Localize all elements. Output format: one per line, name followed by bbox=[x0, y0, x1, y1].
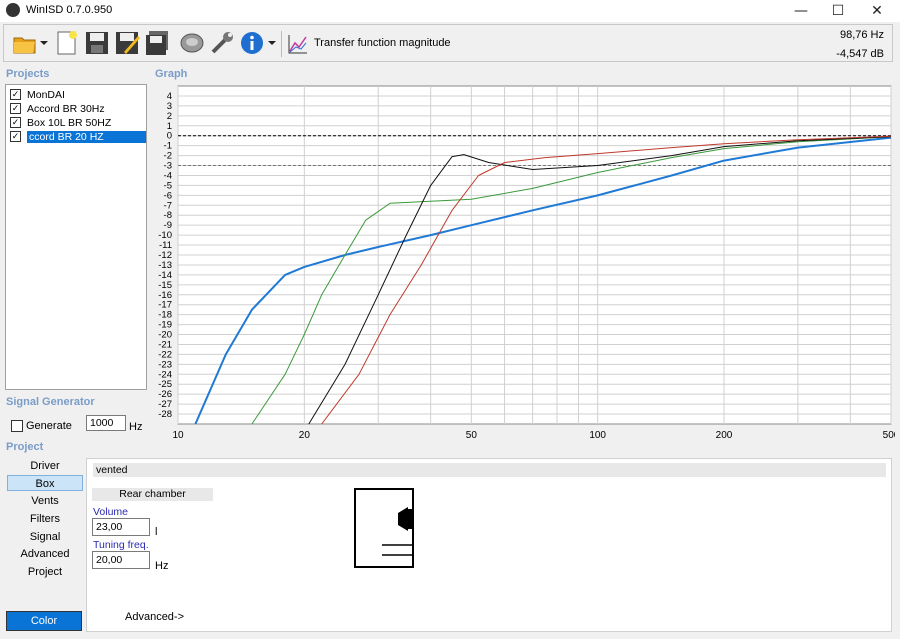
nav-filters[interactable]: Filters bbox=[7, 511, 83, 527]
title-bar bbox=[0, 0, 900, 22]
project-checkbox[interactable]: ✓ bbox=[10, 103, 21, 114]
window-title: WinISD 0.7.0.950 bbox=[26, 4, 113, 16]
save-edit-icon[interactable] bbox=[114, 30, 140, 56]
x-tick-label: 10 bbox=[172, 430, 184, 441]
nav-vents[interactable]: Vents bbox=[7, 493, 83, 509]
project-label: Box 10L BR 50HZ bbox=[27, 117, 112, 129]
advanced-link[interactable]: Advanced-> bbox=[125, 611, 184, 623]
project-header: Project bbox=[6, 441, 44, 453]
project-label: Accord BR 30Hz bbox=[27, 103, 105, 115]
db-readout: -4,547 dB bbox=[836, 48, 884, 60]
response-graph[interactable]: 43210-1-2-3-4-5-6-7-8-9-10-11-12-13-14-1… bbox=[150, 84, 895, 444]
signal-generator-header: Signal Generator bbox=[6, 396, 95, 408]
info-dropdown-icon[interactable] bbox=[268, 39, 276, 47]
project-checkbox[interactable]: ✓ bbox=[10, 89, 21, 100]
x-tick-label: 50 bbox=[466, 430, 478, 441]
nav-box[interactable]: Box bbox=[7, 475, 83, 491]
color-button[interactable]: Color bbox=[6, 611, 82, 631]
x-tick-label: 500 bbox=[883, 430, 895, 441]
nav-advanced[interactable]: Advanced bbox=[7, 546, 83, 562]
tuning-freq-input[interactable] bbox=[92, 551, 150, 569]
project-label: ccord BR 20 HZ bbox=[27, 131, 146, 143]
graph-type-label[interactable]: Transfer function magnitude bbox=[314, 37, 451, 49]
x-tick-label: 20 bbox=[299, 430, 311, 441]
save-all-icon[interactable] bbox=[144, 30, 170, 56]
nav-driver[interactable]: Driver bbox=[7, 458, 83, 474]
box-diagram-icon bbox=[354, 488, 414, 568]
graph-header: Graph bbox=[155, 68, 188, 80]
frequency-readout: 98,76 Hz bbox=[839, 29, 884, 41]
box-panel bbox=[86, 458, 892, 632]
volume-unit: l bbox=[155, 526, 158, 538]
x-tick-label: 100 bbox=[589, 430, 606, 441]
close-button[interactable]: ✕ bbox=[854, 0, 900, 22]
project-item-selected[interactable]: ✓ ccord BR 20 HZ bbox=[8, 131, 146, 144]
tuning-freq-label: Tuning freq. bbox=[93, 539, 149, 551]
projects-list: ✓ MonDAI ✓ Accord BR 30Hz ✓ Box 10L BR 5… bbox=[5, 84, 147, 390]
volume-input[interactable] bbox=[92, 518, 150, 536]
frequency-unit: Hz bbox=[129, 421, 143, 433]
project-item[interactable]: ✓ MonDAI bbox=[8, 89, 146, 102]
project-label: MonDAI bbox=[27, 89, 65, 101]
generate-checkbox[interactable] bbox=[11, 420, 23, 432]
box-type-label: vented bbox=[93, 463, 886, 477]
wrench-icon[interactable] bbox=[209, 30, 235, 56]
nav-signal[interactable]: Signal bbox=[7, 529, 83, 545]
graph-type-icon[interactable] bbox=[287, 33, 309, 55]
app-logo-icon bbox=[6, 3, 20, 17]
toolbar-separator bbox=[281, 31, 282, 57]
driver-icon[interactable] bbox=[179, 30, 205, 56]
toolbar: Transfer function magnitude bbox=[3, 24, 893, 62]
save-icon[interactable] bbox=[84, 30, 110, 56]
projects-header: Projects bbox=[6, 68, 50, 80]
project-checkbox[interactable]: ✓ bbox=[10, 117, 21, 128]
project-item[interactable]: ✓ Accord BR 30Hz bbox=[8, 103, 146, 116]
new-document-icon[interactable] bbox=[54, 30, 80, 56]
y-tick-label: -28 bbox=[158, 409, 172, 420]
open-folder-icon[interactable] bbox=[12, 30, 38, 56]
signal-frequency-input[interactable] bbox=[86, 415, 126, 431]
generate-label: Generate bbox=[26, 420, 72, 432]
nav-project[interactable]: Project bbox=[7, 564, 83, 580]
volume-label: Volume bbox=[93, 506, 129, 518]
rear-chamber-header: Rear chamber bbox=[92, 488, 213, 501]
project-item[interactable]: ✓ Box 10L BR 50HZ bbox=[8, 117, 146, 130]
open-dropdown-icon[interactable] bbox=[40, 39, 48, 47]
project-checkbox[interactable]: ✓ bbox=[10, 131, 21, 142]
x-tick-label: 200 bbox=[716, 430, 733, 441]
tuning-freq-unit: Hz bbox=[155, 560, 169, 572]
info-icon[interactable] bbox=[239, 30, 265, 56]
